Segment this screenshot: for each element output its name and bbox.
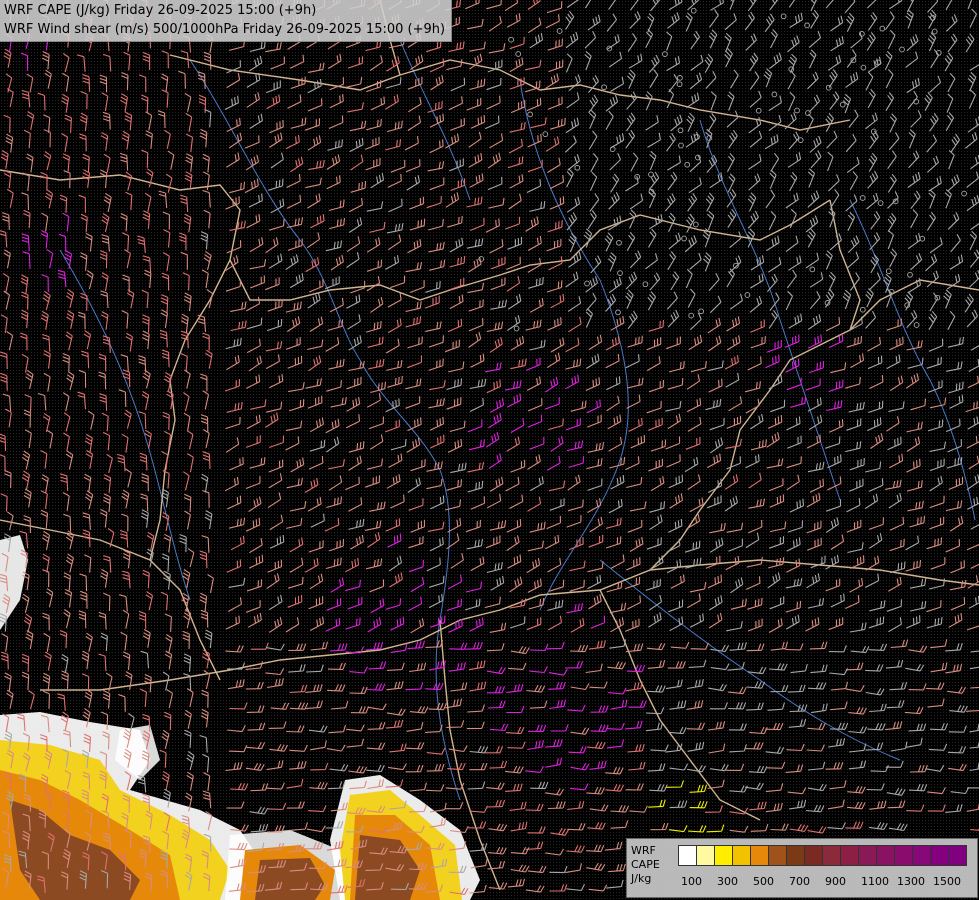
legend-tick-label: 900 [825, 875, 846, 888]
legend-swatch [750, 845, 768, 866]
legend-label-wrf: WRF [631, 844, 656, 857]
legend-tick-label: 1100 [861, 875, 889, 888]
legend-swatch [786, 845, 804, 866]
weather-map[interactable] [0, 0, 979, 900]
legend-swatch [732, 845, 750, 866]
cape-legend: WRF CAPE J/kg 100 300 500 700 900 1100 1300 150… [626, 838, 978, 898]
legend-swatch [930, 845, 948, 866]
legend-swatch [768, 845, 786, 866]
legend-swatch [678, 845, 696, 866]
map-view[interactable]: WRF CAPE (J/kg) Friday 26-09-2025 15:00 … [0, 0, 979, 900]
legend-swatch [858, 845, 876, 866]
legend-labels: WRF CAPE J/kg [631, 844, 675, 886]
legend-tick-label: 1300 [897, 875, 925, 888]
legend-swatch [876, 845, 894, 866]
legend-tick-label: 100 [681, 875, 702, 888]
legend-label-cape: CAPE [631, 858, 660, 871]
legend-swatch [840, 845, 858, 866]
legend-color-scale [678, 845, 967, 866]
map-title-box: WRF CAPE (J/kg) Friday 26-09-2025 15:00 … [0, 0, 453, 42]
legend-tick-label: 1500 [933, 875, 961, 888]
title-line-cape: WRF CAPE (J/kg) Friday 26-09-2025 15:00 … [4, 3, 317, 18]
legend-swatch [912, 845, 930, 866]
legend-swatch [822, 845, 840, 866]
title-line-shear: WRF Wind shear (m/s) 500/1000hPa Friday … [4, 22, 446, 37]
legend-tick-label: 300 [717, 875, 738, 888]
legend-swatch [894, 845, 912, 866]
legend-tick-label: 700 [789, 875, 810, 888]
legend-swatch [696, 845, 714, 866]
legend-swatch [804, 845, 822, 866]
legend-label-unit: J/kg [631, 872, 652, 885]
legend-swatch [714, 845, 732, 866]
legend-swatch [948, 845, 967, 866]
legend-tick-label: 500 [753, 875, 774, 888]
legend-tick-labels: 100 300 500 700 900 1100 1300 1500 [675, 875, 975, 889]
